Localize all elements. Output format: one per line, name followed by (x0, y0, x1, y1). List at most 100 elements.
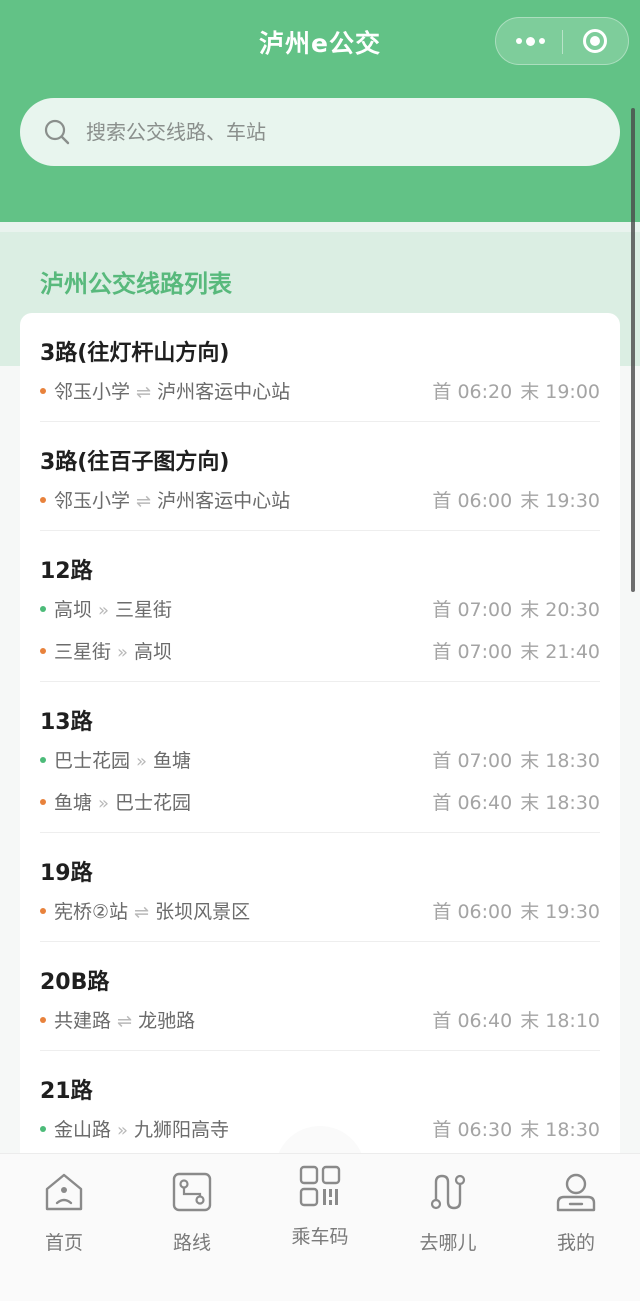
two-way-arrow-icon: ⇌ (136, 491, 152, 512)
route-name: 20B路 (40, 970, 110, 995)
from-stop: 邻玉小学 (54, 381, 131, 403)
direction-dot-green (40, 606, 46, 612)
first-bus-time: 首 06:00 (432, 490, 513, 512)
route-direction: 宪桥②站 ⇌ 张坝风景区 首 06:00 末 19:30 (40, 891, 600, 933)
route-direction: 共建路 ⇌ 龙驰路 首 06:40 末 18:10 (40, 1000, 600, 1042)
service-times: 首 06:30 末 18:30 (432, 1109, 600, 1151)
qr-code-icon (299, 1165, 341, 1207)
first-bus-time: 首 07:00 (432, 599, 513, 621)
tab-label: 路线 (172, 1232, 211, 1254)
target-circle-icon[interactable] (583, 29, 607, 53)
tab-label: 首页 (44, 1232, 83, 1254)
section-title: 泸州公交线路列表 (40, 270, 232, 298)
route-name: 3路(往灯杆山方向) (40, 341, 230, 366)
first-bus-time: 首 07:00 (432, 750, 513, 772)
direction-dot-green (40, 757, 46, 763)
two-way-arrow-icon: ⇌ (136, 382, 152, 403)
to-stop: 泸州客运中心站 (157, 490, 291, 512)
route-name: 19路 (40, 861, 93, 886)
to-stop: 高坝 (134, 641, 173, 663)
tab-routes[interactable]: 路线 (142, 1164, 242, 1264)
service-times: 首 06:20 末 19:00 (432, 371, 600, 413)
last-bus-time: 末 21:40 (520, 641, 600, 663)
first-bus-time: 首 06:00 (432, 901, 513, 923)
to-stop: 三星街 (115, 599, 173, 621)
more-dots-icon[interactable] (510, 18, 550, 64)
tab-ride-code[interactable]: 乘车码 (270, 1164, 370, 1264)
tab-home[interactable]: 首页 (14, 1164, 114, 1264)
to-stop: 巴士花园 (115, 792, 192, 814)
tab-label: 我的 (556, 1232, 595, 1254)
route-name: 21路 (40, 1079, 93, 1104)
service-times: 首 06:40 末 18:30 (432, 782, 600, 824)
last-bus-time: 末 19:30 (520, 901, 600, 923)
from-stop: 宪桥②站 (54, 901, 129, 923)
route-item[interactable]: 13路 巴士花园» 鱼塘 首 07:00 末 18:30 鱼塘» 巴士花园 首 06:… (40, 682, 600, 833)
scrollbar[interactable] (631, 108, 635, 592)
first-bus-time: 首 06:20 (432, 381, 513, 403)
route-name: 3路(往百子图方向) (40, 450, 230, 475)
user-icon (556, 1173, 596, 1212)
route-item[interactable]: 3路(往百子图方向) 邻玉小学 ⇌ 泸州客运中心站 首 06:00 末 19:30 (40, 422, 600, 531)
direction-dot-orange (40, 908, 46, 914)
route-direction: 高坝» 三星街 首 07:00 末 20:30 (40, 589, 600, 631)
last-bus-time: 末 19:30 (520, 490, 600, 512)
route-direction: 邻玉小学 ⇌ 泸州客运中心站 首 06:00 末 19:30 (40, 480, 600, 522)
route-item[interactable]: 3路(往灯杆山方向) 邻玉小学 ⇌ 泸州客运中心站 首 06:20 末 19:00 (40, 313, 600, 422)
capsule-divider (562, 30, 563, 54)
last-bus-time: 末 19:00 (520, 381, 600, 403)
first-bus-time: 首 06:40 (432, 792, 513, 814)
to-stop: 九狮阳高寺 (134, 1119, 230, 1141)
service-times: 首 07:00 末 18:30 (432, 740, 600, 782)
home-icon (45, 1173, 83, 1211)
route-item[interactable]: 19路 宪桥②站 ⇌ 张坝风景区 首 06:00 末 19:30 (40, 833, 600, 942)
route-direction: 巴士花园» 鱼塘 首 07:00 末 18:30 (40, 740, 600, 782)
direction-dot-orange (40, 497, 46, 503)
from-stop: 共建路 (54, 1010, 112, 1032)
last-bus-time: 末 18:30 (520, 792, 600, 814)
tab-label: 乘车码 (291, 1226, 349, 1248)
last-bus-time: 末 18:10 (520, 1010, 600, 1032)
search-icon (44, 119, 70, 145)
search-box[interactable] (20, 98, 620, 166)
last-bus-time: 末 18:30 (520, 1119, 600, 1141)
route-item[interactable]: 12路 高坝» 三星街 首 07:00 末 20:30 三星街» 高坝 首 07:00… (40, 531, 600, 682)
tab-destination[interactable]: 去哪儿 (398, 1164, 498, 1264)
service-times: 首 06:40 末 18:10 (432, 1000, 600, 1042)
direction-dot-orange (40, 648, 46, 654)
one-way-arrow-icon: » (136, 751, 148, 772)
bottom-tab-bar: 首页 路线 乘车码 去哪儿 我的 (0, 1153, 640, 1301)
service-times: 首 06:00 末 19:30 (432, 480, 600, 522)
direction-dot-orange (40, 799, 46, 805)
one-way-arrow-icon: » (98, 600, 110, 621)
service-times: 首 07:00 末 21:40 (432, 631, 600, 673)
route-item[interactable]: 20B路 共建路 ⇌ 龙驰路 首 06:40 末 18:10 (40, 942, 600, 1051)
route-name: 12路 (40, 559, 93, 584)
from-stop: 巴士花园 (54, 750, 131, 772)
route-name: 13路 (40, 710, 93, 735)
route-list-card: 3路(往灯杆山方向) 邻玉小学 ⇌ 泸州客运中心站 首 06:20 末 19:00 3… (20, 313, 620, 1173)
from-stop: 鱼塘 (54, 792, 93, 814)
direction-dot-green (40, 1126, 46, 1132)
route-direction: 邻玉小学 ⇌ 泸州客运中心站 首 06:20 末 19:00 (40, 371, 600, 413)
first-bus-time: 首 06:40 (432, 1010, 513, 1032)
one-way-arrow-icon: » (117, 1120, 129, 1141)
path-pin-icon (430, 1174, 466, 1210)
service-times: 首 07:00 末 20:30 (432, 589, 600, 631)
to-stop: 张坝风景区 (155, 901, 251, 923)
direction-dot-orange (40, 1017, 46, 1023)
header-bar: 泸州e公交 (0, 0, 640, 222)
search-input[interactable] (86, 112, 586, 152)
tab-mine[interactable]: 我的 (526, 1164, 626, 1264)
from-stop: 高坝 (54, 599, 93, 621)
route-map-icon (172, 1172, 212, 1212)
two-way-arrow-icon: ⇌ (117, 1011, 133, 1032)
mini-program-capsule (495, 17, 629, 65)
from-stop: 三星街 (54, 641, 112, 663)
to-stop: 鱼塘 (153, 750, 192, 772)
route-direction: 三星街» 高坝 首 07:00 末 21:40 (40, 631, 600, 673)
from-stop: 金山路 (54, 1119, 112, 1141)
last-bus-time: 末 18:30 (520, 750, 600, 772)
last-bus-time: 末 20:30 (520, 599, 600, 621)
tab-label: 去哪儿 (419, 1232, 477, 1254)
